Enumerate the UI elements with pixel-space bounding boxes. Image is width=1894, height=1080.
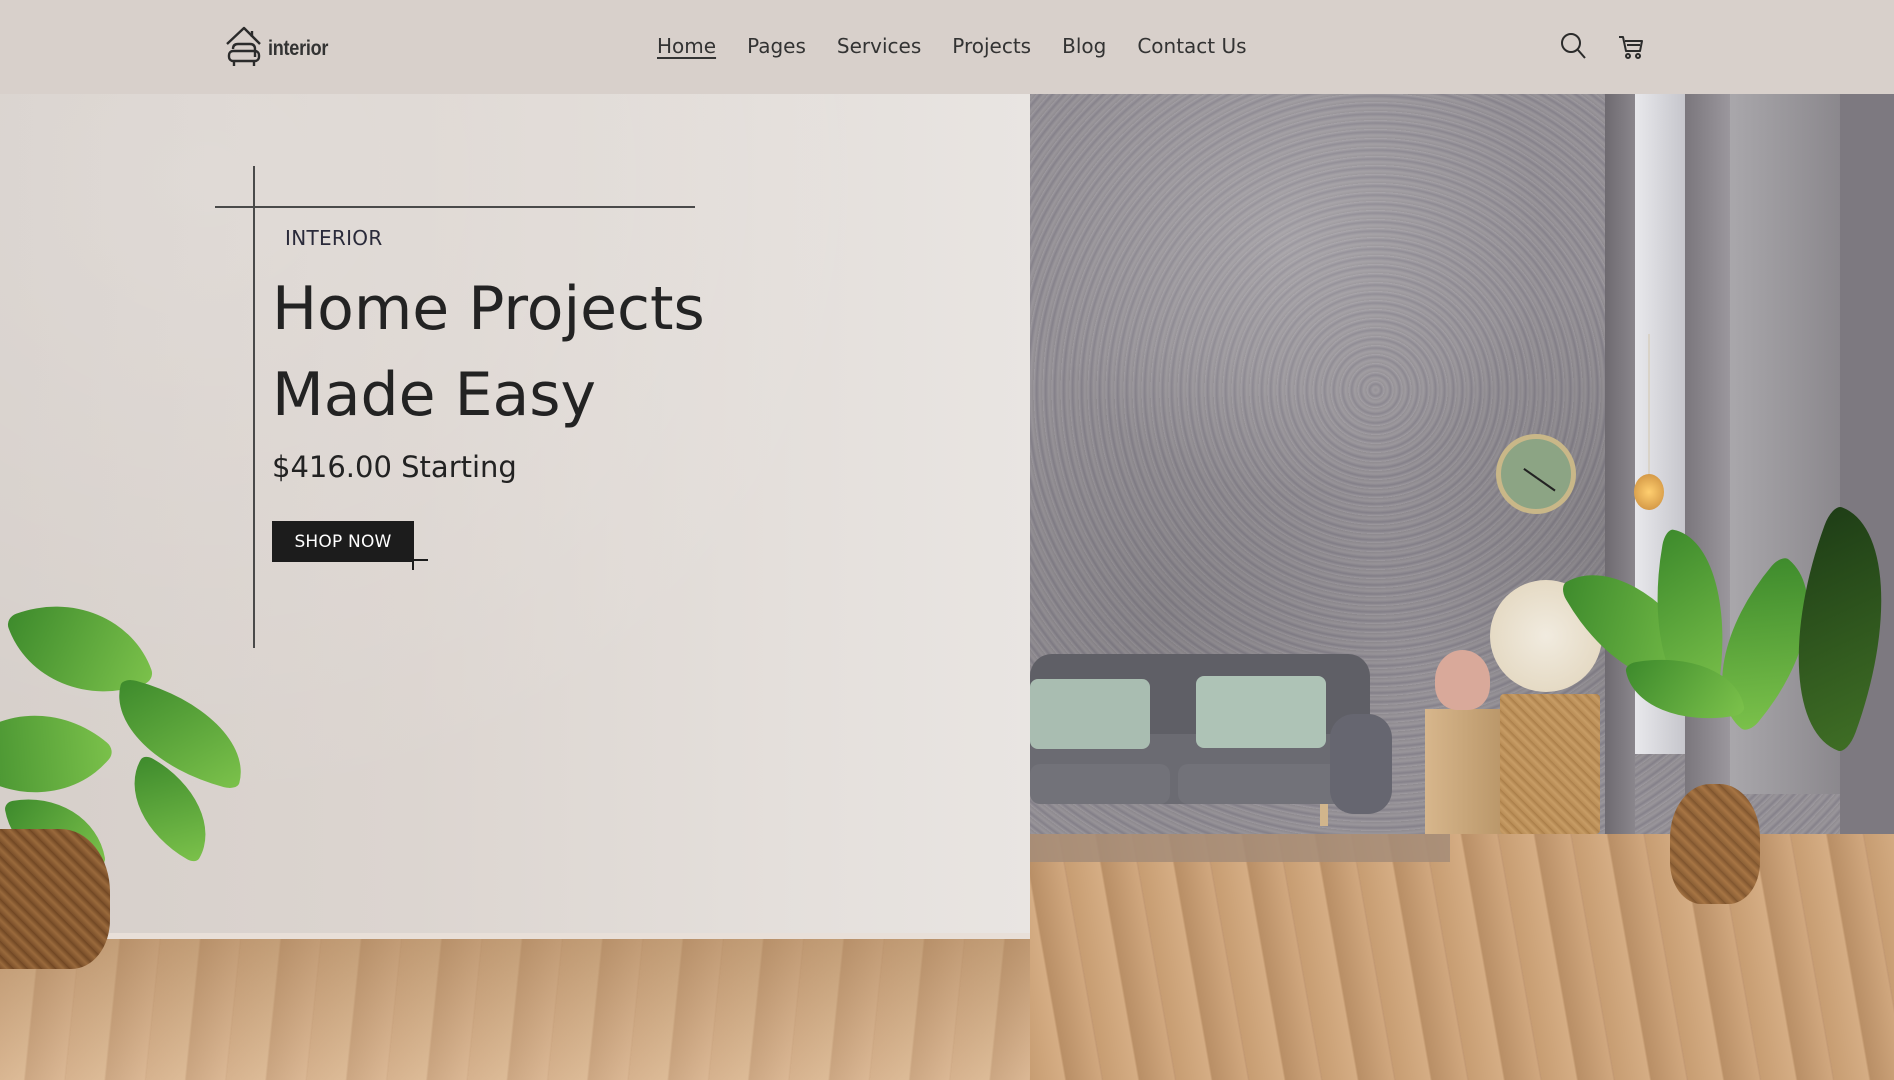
brand-logo[interactable]: interior <box>224 24 338 70</box>
pendant-bulb <box>1634 474 1664 510</box>
hero-section: INTERIOR Home Projects Made Easy $416.00… <box>0 94 1894 1080</box>
flower-vase <box>1435 650 1490 710</box>
nav-services[interactable]: Services <box>837 34 921 58</box>
lamp-cord <box>1648 334 1650 484</box>
wicker-basket <box>1500 694 1600 834</box>
hero-price: $416.00 Starting <box>272 450 517 484</box>
brand-name: interior <box>268 37 329 60</box>
clock-hand <box>1523 468 1538 479</box>
button-corner-accent <box>408 559 428 561</box>
decor-frame-line <box>253 166 255 648</box>
nav-pages[interactable]: Pages <box>747 34 806 58</box>
decor-frame-line <box>215 206 695 208</box>
cart-icon[interactable] <box>1618 32 1644 60</box>
nav-contact-us[interactable]: Contact Us <box>1137 34 1246 58</box>
room-wood-floor <box>1030 834 1894 1080</box>
nav-projects[interactable]: Projects <box>952 34 1031 58</box>
shop-now-button[interactable]: SHOP NOW <box>272 521 414 562</box>
hero-title: Home Projects Made Easy <box>272 266 892 438</box>
wall-clock <box>1496 434 1576 514</box>
header-actions <box>1560 32 1644 60</box>
hero-title-line: Home Projects <box>272 274 705 344</box>
wicker-plant-pot <box>1670 784 1760 904</box>
wicker-plant-pot <box>0 829 110 969</box>
rug <box>1030 834 1450 862</box>
nav-blog[interactable]: Blog <box>1062 34 1106 58</box>
pillar <box>1685 94 1730 834</box>
search-icon[interactable] <box>1560 32 1586 60</box>
wall-baseboard <box>0 933 1030 939</box>
pillar <box>1605 94 1635 834</box>
button-corner-accent <box>412 554 414 570</box>
side-table <box>1425 709 1505 834</box>
main-nav: Home Pages Services Projects Blog Contac… <box>657 34 1247 58</box>
nav-home[interactable]: Home <box>657 34 716 58</box>
living-room-image <box>1030 94 1894 1080</box>
house-sofa-icon <box>226 26 261 66</box>
sofa-illustration <box>1030 654 1392 826</box>
hero-title-line: Made Easy <box>272 360 597 430</box>
clock-hand <box>1536 477 1556 492</box>
site-header: interior Home Pages Services Projects Bl… <box>0 0 1894 94</box>
hero-eyebrow: INTERIOR <box>285 226 383 250</box>
